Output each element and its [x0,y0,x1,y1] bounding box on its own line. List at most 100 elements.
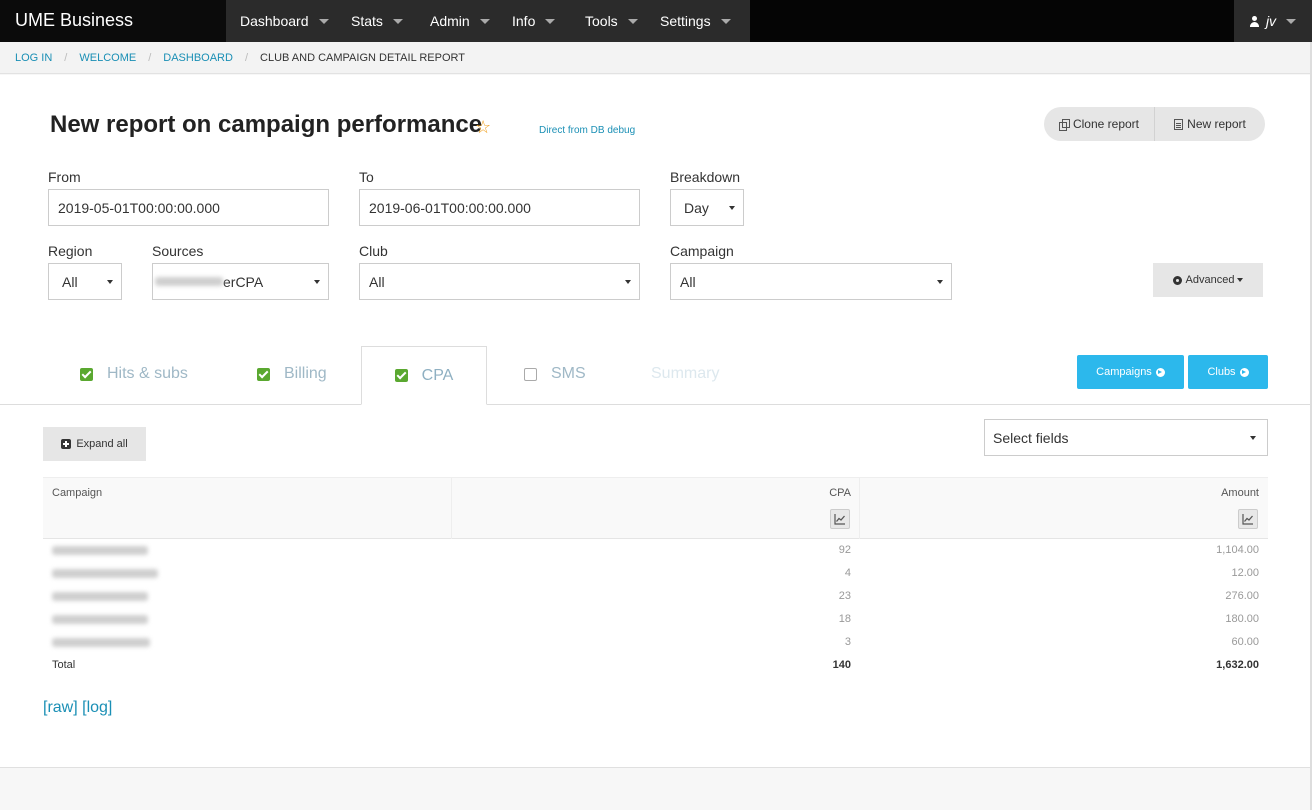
chevron-down-icon [720,18,731,24]
clone-report-button[interactable]: Clone report [1044,107,1154,141]
line-chart-icon[interactable] [830,509,850,529]
page-title: New report on campaign performance [50,111,483,138]
breadcrumb-separator: / [148,51,152,64]
cpa-cell: 18 [838,613,851,625]
amount-cell: 60.00 [1231,636,1259,648]
breadcrumb-welcome[interactable]: WELCOME [79,52,136,64]
chevron-down-icon [1237,278,1244,282]
arrow-circle-right-icon [1239,367,1249,377]
nav-stats[interactable]: Stats [329,0,408,42]
redacted-text [52,637,150,647]
debug-link[interactable]: Direct from DB debug [539,125,635,136]
amount-cell: 276.00 [1225,590,1259,602]
dropdown-arrow-icon [107,280,113,284]
expand-all-button[interactable]: Expand all [43,427,146,461]
chevron-down-icon [627,18,638,24]
campaigns-button[interactable]: Campaigns [1077,355,1184,389]
from-label: From [48,169,81,185]
user-menu[interactable]: jv [1234,0,1312,42]
plus-square-icon [61,439,72,449]
table-row[interactable]: 92 1,104.00 [43,539,1268,562]
dropdown-arrow-icon [625,280,631,284]
breadcrumb-login[interactable]: LOG IN [15,52,52,64]
nav-tools[interactable]: Tools [568,0,645,42]
user-icon [1249,15,1259,27]
header-cpa[interactable]: CPA [829,487,851,499]
chevron-down-icon [545,18,556,24]
tab-cpa[interactable]: CPA [361,346,487,405]
dropdown-arrow-icon [314,280,320,284]
total-amount: 1,632.00 [1216,659,1259,671]
total-cpa: 140 [832,659,851,671]
checkbox-checked-icon[interactable] [80,367,93,381]
advanced-button[interactable]: Advanced [1153,263,1263,297]
tab-billing[interactable]: Billing [257,352,327,396]
clone-icon [1058,118,1070,131]
chevron-down-icon [318,18,329,24]
redacted-text [52,568,158,578]
campaign-label: Campaign [670,243,734,259]
breakdown-select[interactable]: Day [670,189,744,226]
app-brand[interactable]: UME Business Intelligence [0,0,226,70]
tab-summary[interactable]: Summary [651,352,719,396]
tab-sms[interactable]: SMS [524,352,586,396]
region-select[interactable]: All [48,263,122,300]
redacted-text [52,614,148,624]
amount-cell: 12.00 [1231,567,1259,579]
club-select[interactable]: All [359,263,640,300]
breakdown-label: Breakdown [670,169,741,185]
amount-cell: 1,104.00 [1216,544,1259,556]
nav-settings[interactable]: Settings [645,0,750,42]
redacted-text [155,277,223,286]
top-navbar: UME Business Intelligence Dashboard Stat… [0,0,1312,70]
sources-label: Sources [152,243,204,259]
chevron-down-icon [392,18,403,24]
clubs-button[interactable]: Clubs [1188,355,1268,389]
table-header: Campaign CPA Amount [43,477,1268,539]
footer-links: [raw] [log] [43,699,112,717]
checkbox-unchecked-icon[interactable] [524,367,537,381]
campaign-name [52,613,148,625]
table-row[interactable]: 23 276.00 [43,585,1268,608]
to-label: To [359,169,374,185]
breadcrumb-separator: / [244,51,249,64]
nav-dashboard[interactable]: Dashboard [226,0,329,42]
new-report-button[interactable]: New report [1154,107,1265,141]
cpa-cell: 4 [844,567,851,579]
campaign-name [52,590,148,602]
breadcrumb: LOG IN / WELCOME / DASHBOARD / CLUB AND … [0,42,1310,74]
cpa-cell: 3 [844,636,851,648]
table-row[interactable]: 18 180.00 [43,608,1268,631]
line-chart-icon[interactable] [1238,509,1258,529]
total-label: Total [52,659,76,671]
campaign-name [52,544,148,556]
table-row[interactable]: 4 12.00 [43,562,1268,585]
document-icon [1174,118,1184,130]
breadcrumb-dashboard[interactable]: DASHBOARD [163,52,233,64]
nav-info[interactable]: Info [495,0,568,42]
sources-select[interactable]: erCPA [152,263,329,300]
cpa-cell: 92 [838,544,851,556]
footer-divider [0,767,1310,768]
dropdown-arrow-icon [729,206,735,210]
nav-admin[interactable]: Admin [408,0,495,42]
chevron-down-icon [1286,18,1297,24]
header-amount[interactable]: Amount [1221,487,1259,499]
star-icon[interactable]: ☆ [475,117,491,138]
table-row[interactable]: 3 60.00 [43,631,1268,654]
from-input[interactable]: 2019-05-01T00:00:00.000 [48,189,329,226]
campaign-select[interactable]: All [670,263,952,300]
campaign-name [52,567,158,579]
select-fields-dropdown[interactable]: Select fields [984,419,1268,456]
log-link[interactable]: [log] [82,699,112,716]
column-divider [451,478,452,539]
header-campaign[interactable]: Campaign [52,487,102,499]
raw-link[interactable]: [raw] [43,699,78,716]
club-label: Club [359,243,388,259]
main-nav: Dashboard Stats Admin Info Tools Setting… [226,0,750,42]
checkbox-checked-icon[interactable] [257,367,270,381]
checkbox-checked-icon[interactable] [394,369,408,382]
tab-hits-subs[interactable]: Hits & subs [80,352,188,396]
dropdown-arrow-icon [1250,436,1256,440]
to-input[interactable]: 2019-06-01T00:00:00.000 [359,189,640,226]
